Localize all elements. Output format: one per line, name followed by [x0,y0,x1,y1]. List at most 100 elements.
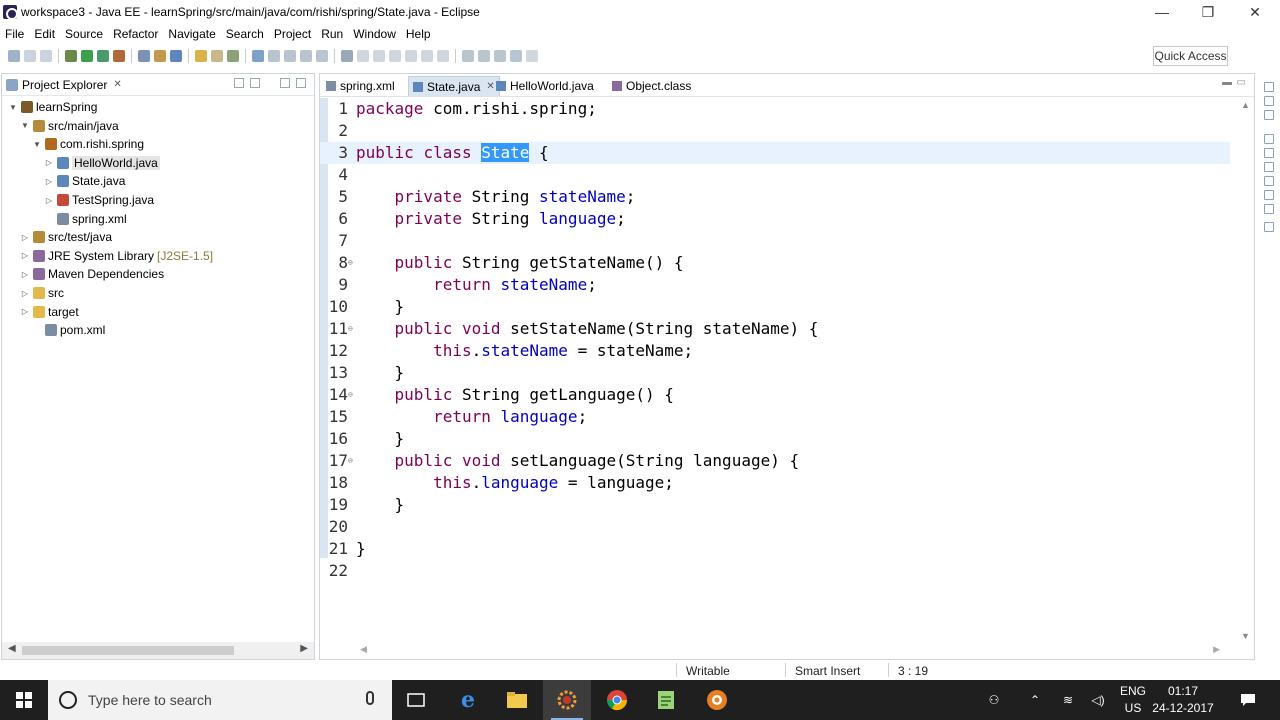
code-line[interactable]: 11 ⊖ public void setStateName(String stat… [320,318,1230,340]
new-class-icon[interactable] [170,50,182,62]
skip-breakpoints-icon[interactable] [341,50,353,62]
tree-twisty-icon[interactable]: ▼ [8,103,18,112]
code-line[interactable]: 12 this.stateName = stateName; [320,340,1230,362]
markers-icon[interactable] [1264,110,1274,120]
task-view-button[interactable] [392,680,440,720]
chrome-button[interactable] [593,680,641,720]
previous-annotation-icon[interactable] [478,50,490,62]
quick-access-field[interactable]: Quick Access [1153,46,1228,66]
debug-icon[interactable] [65,50,77,62]
menu-help[interactable]: Help [401,27,436,41]
explorer-horizontal-scrollbar[interactable]: ◀ ▶ [2,642,314,659]
input-language-indicator[interactable]: ENG US [1114,683,1152,717]
code-line[interactable]: 14 ⊖ public String getLanguage() { [320,384,1230,406]
tree-item-com-rishi-spring[interactable]: ▼ com.rishi.spring [32,135,144,153]
system-clock[interactable]: 01:17 24-12-2017 [1148,683,1218,717]
code-line[interactable]: 21} [320,538,1230,560]
view-menu-icon[interactable] [266,78,274,88]
snippets-icon[interactable] [1264,176,1274,186]
code-line[interactable]: 2 [320,120,1230,142]
scrollbar-thumb[interactable] [22,646,234,655]
code-line[interactable]: 4 [320,164,1230,186]
tree-item-spring-xml[interactable]: spring.xml [44,210,127,228]
code-line[interactable]: 10 } [320,296,1230,318]
code-line[interactable]: 16 } [320,428,1230,450]
save-icon[interactable] [24,50,36,62]
tree-twisty-icon[interactable]: ▼ [20,121,30,130]
tree-twisty-icon[interactable]: ▷ [20,233,30,242]
coverage-icon[interactable] [97,50,109,62]
step-into-icon[interactable] [405,50,417,62]
scroll-left-icon[interactable]: ◀ [360,644,367,655]
code-line[interactable]: 19 } [320,494,1230,516]
fold-toggle-icon[interactable]: ⊖ [348,252,355,274]
code-line[interactable]: 9 return stateName; [320,274,1230,296]
tree-twisty-icon[interactable]: ▷ [44,158,54,167]
scroll-right-icon[interactable]: ▶ [300,643,308,654]
menu-search[interactable]: Search [221,27,269,41]
close-button[interactable]: ✕ [1232,0,1278,24]
notepadpp-button[interactable] [642,680,690,720]
step-over-icon[interactable] [421,50,433,62]
tree-item-learnspring[interactable]: ▼ learnSpring [8,98,97,116]
code-line[interactable]: 13 } [320,362,1230,384]
scroll-up-icon[interactable]: ▲ [1241,100,1250,110]
code-line[interactable]: 1 package com.rishi.spring; [320,98,1230,120]
task-list-icon[interactable] [1264,96,1274,106]
next-annotation-icon[interactable] [462,50,474,62]
tree-twisty-icon[interactable]: ▼ [32,140,42,149]
start-button[interactable] [0,680,48,720]
link-with-editor-icon[interactable] [250,78,260,88]
toggle-breadcrumb-icon[interactable] [268,50,280,62]
last-edit-location-icon[interactable] [494,50,506,62]
project-explorer-close-icon[interactable]: ✕ [113,79,121,90]
external-tools-icon[interactable] [113,50,125,62]
tree-item-jre-system-library[interactable]: ▷ JRE System Library [J2SE-1.5] [20,247,213,265]
scroll-down-icon[interactable]: ▼ [1241,631,1250,641]
toggle-mark-occurrences-icon[interactable] [252,50,264,62]
new-java-project-icon[interactable] [138,50,150,62]
show-whitespace-icon[interactable] [316,50,328,62]
notifications-icon[interactable] [1234,680,1262,720]
menu-navigate[interactable]: Navigate [163,27,220,41]
problems-icon[interactable] [1264,190,1274,200]
fold-toggle-icon[interactable]: ⊖ [348,384,355,406]
menu-run[interactable]: Run [316,27,348,41]
project-explorer-title[interactable]: Project Explorer [22,78,107,92]
tab-helloworld-java[interactable]: HelloWorld.java [492,76,598,96]
editor-vertical-scrollbar[interactable]: ▲ ▼ [1238,98,1252,643]
step-return-icon[interactable] [437,50,449,62]
tree-item-testspring-java[interactable]: ▷ TestSpring.java [44,191,154,209]
restore-button[interactable]: ❐ [1185,0,1231,24]
maximize-editor-icon[interactable]: ▭ [1237,77,1246,88]
minimize-button[interactable]: — [1139,0,1185,24]
volume-icon[interactable]: ◁) [1086,680,1110,720]
tree-twisty-icon[interactable]: ▷ [20,289,30,298]
menu-refactor[interactable]: Refactor [108,27,163,41]
run-icon[interactable] [81,50,93,62]
back-icon[interactable] [510,50,522,62]
console-icon[interactable] [1264,204,1274,214]
menu-window[interactable]: Window [348,27,401,41]
tree-twisty-icon[interactable]: ▷ [44,177,54,186]
menu-project[interactable]: Project [269,27,316,41]
taskbar-search-box[interactable]: Type here to search [48,680,392,720]
properties-icon[interactable] [1264,134,1274,144]
show-hidden-icons-icon[interactable]: ⌃ [1024,680,1046,720]
open-type-icon[interactable] [195,50,207,62]
people-icon[interactable]: ⚇ [982,680,1006,720]
code-line[interactable]: 18 this.language = language; [320,472,1230,494]
fold-toggle-icon[interactable]: ⊖ [348,450,355,472]
tree-item-maven-dependencies[interactable]: ▷ Maven Dependencies [20,265,164,283]
tree-twisty-icon[interactable]: ▷ [20,251,30,260]
search-icon[interactable] [227,50,239,62]
wifi-icon[interactable]: ≋ [1056,680,1080,720]
code-line[interactable]: 17 ⊖ public void setLanguage(String langu… [320,450,1230,472]
tree-twisty-icon[interactable]: ▷ [20,270,30,279]
tree-item-src-test-java[interactable]: ▷ src/test/java [20,228,112,246]
code-line[interactable]: 15 return language; [320,406,1230,428]
suspend-icon[interactable] [373,50,385,62]
menu-source[interactable]: Source [60,27,108,41]
code-line[interactable]: 20 [320,516,1230,538]
tree-item-pom-xml[interactable]: pom.xml [32,321,105,339]
